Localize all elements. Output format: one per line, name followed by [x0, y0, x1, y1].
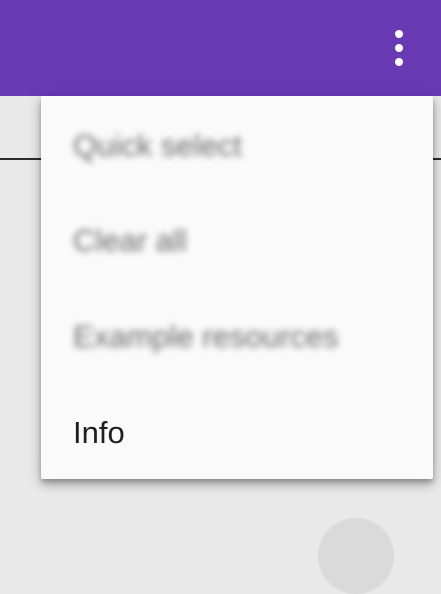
more-vert-icon	[395, 58, 403, 66]
overflow-menu: Quick select Clear all Example resources…	[41, 96, 433, 479]
more-options-button[interactable]	[393, 30, 405, 66]
more-vert-icon	[395, 30, 403, 38]
more-vert-icon	[395, 44, 403, 52]
menu-item-clear-all[interactable]: Clear all	[41, 193, 433, 289]
menu-item-info[interactable]: Info	[41, 385, 433, 481]
app-bar	[0, 0, 441, 96]
menu-item-example-resources[interactable]: Example resources	[41, 289, 433, 385]
background-fab	[318, 518, 394, 594]
menu-item-quick-select[interactable]: Quick select	[41, 98, 433, 194]
